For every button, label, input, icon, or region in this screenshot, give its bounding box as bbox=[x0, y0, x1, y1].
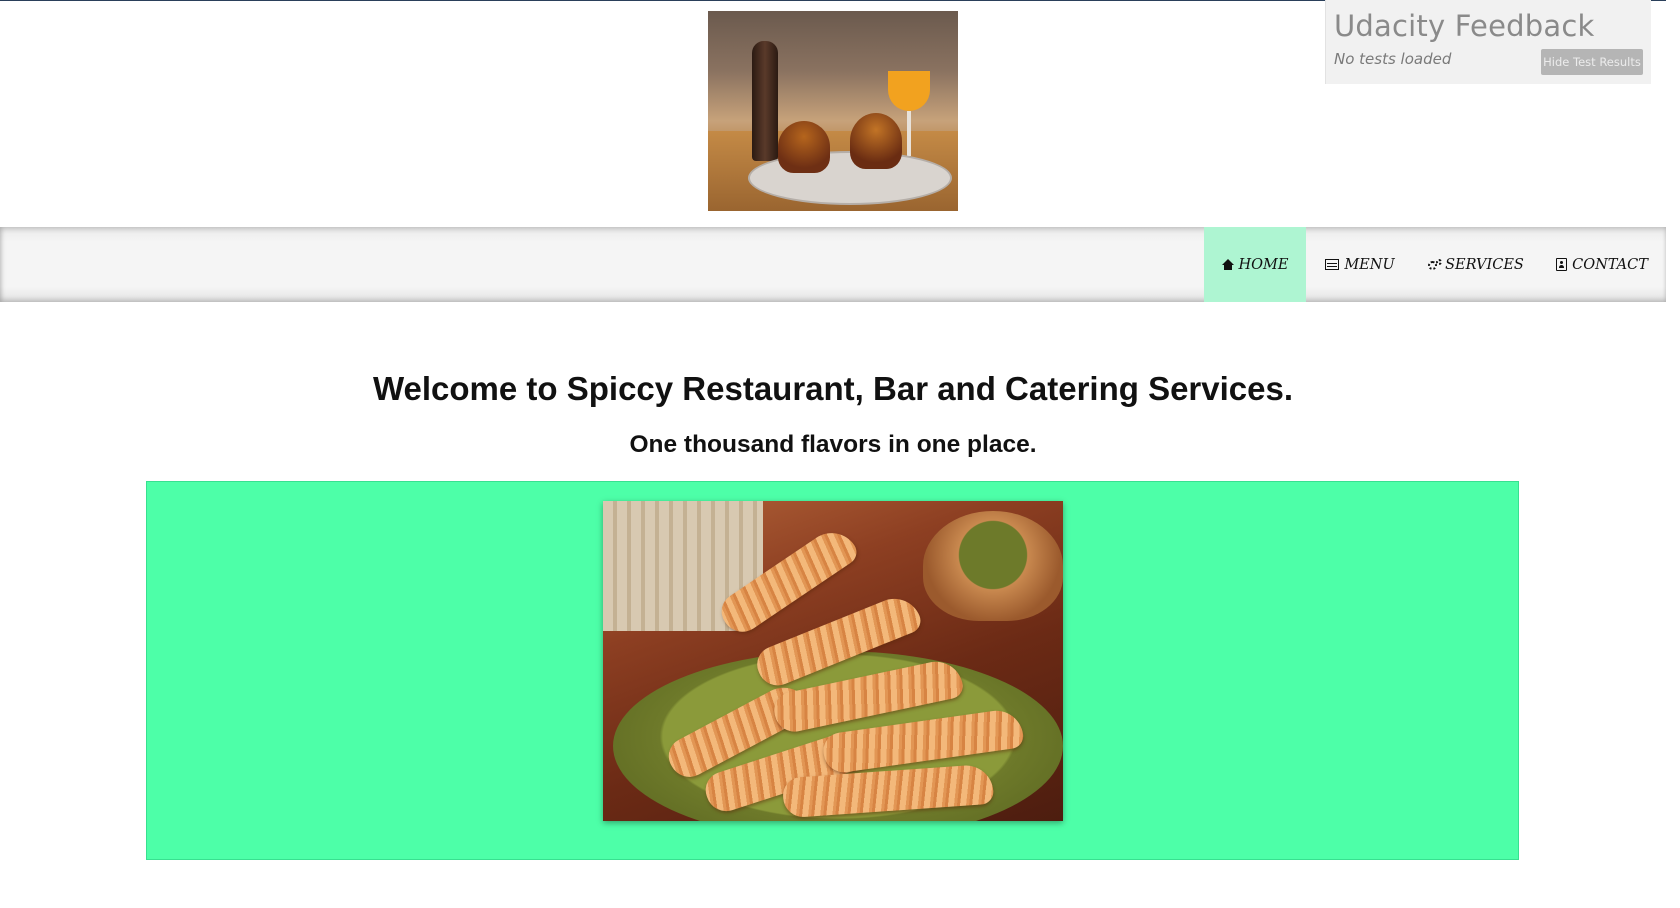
gears-icon bbox=[1428, 258, 1443, 271]
hide-test-results-button[interactable]: Hide Test Results bbox=[1541, 49, 1643, 75]
header-restaurant-image bbox=[708, 11, 958, 211]
contact-card-icon bbox=[1556, 258, 1568, 271]
udacity-feedback-panel: Udacity Feedback No tests loaded Hide Te… bbox=[1325, 0, 1651, 84]
showcase-panel bbox=[146, 481, 1519, 860]
page: Udacity Feedback No tests loaded Hide Te… bbox=[0, 0, 1666, 908]
navbar: HOME MENU SERVICES CONTACT bbox=[0, 227, 1666, 302]
nav-services[interactable]: SERVICES bbox=[1414, 227, 1538, 302]
nav-services-label: SERVICES bbox=[1445, 256, 1524, 273]
welcome-heading: Welcome to Spiccy Restaurant, Bar and Ca… bbox=[372, 370, 1294, 407]
feedback-status: No tests loaded bbox=[1334, 50, 1452, 68]
menu-list-icon bbox=[1325, 259, 1340, 270]
nav-contact[interactable]: CONTACT bbox=[1538, 227, 1666, 302]
tamales-image bbox=[603, 501, 1063, 821]
nav-home[interactable]: HOME bbox=[1204, 227, 1306, 302]
tagline-heading: One thousand flavors in one place. bbox=[629, 431, 1037, 458]
nav-menu[interactable]: MENU bbox=[1306, 227, 1414, 302]
nav-contact-label: CONTACT bbox=[1572, 256, 1648, 273]
nav-menu-label: MENU bbox=[1344, 256, 1395, 273]
nav-home-label: HOME bbox=[1238, 256, 1289, 273]
home-icon bbox=[1221, 258, 1234, 271]
feedback-title: Udacity Feedback bbox=[1334, 9, 1595, 43]
